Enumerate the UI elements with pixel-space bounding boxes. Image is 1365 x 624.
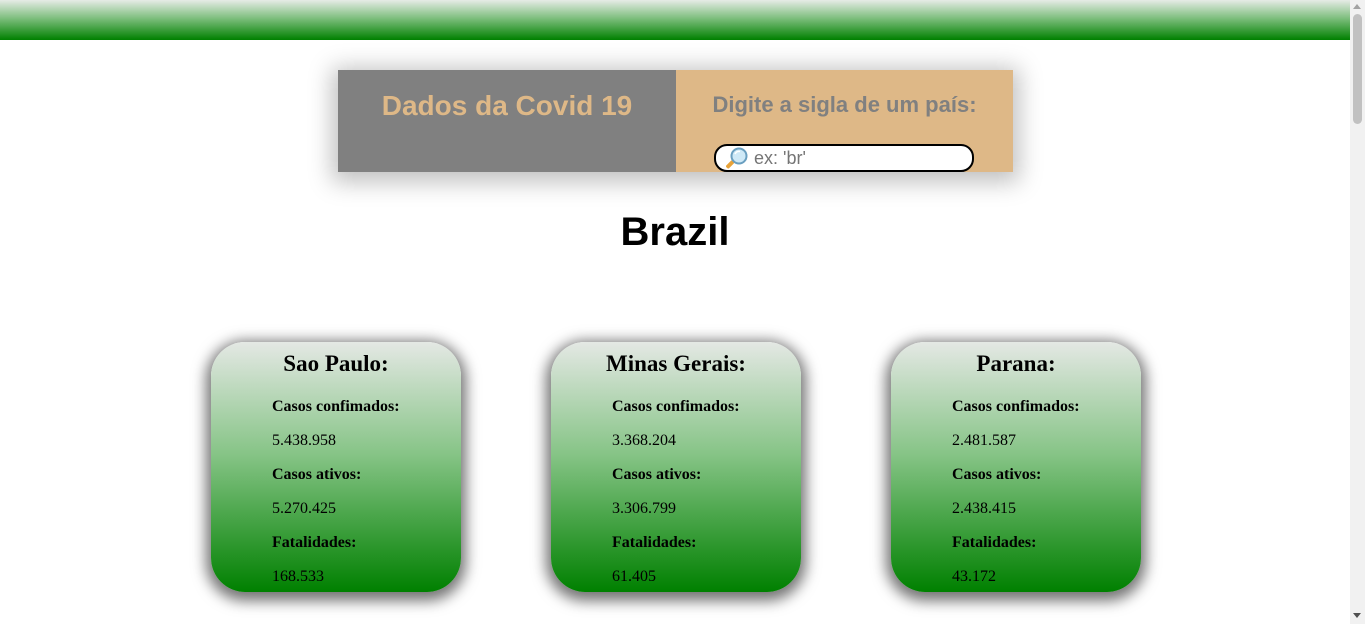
deaths-label: Fatalidades: <box>272 534 357 551</box>
confirmed-value: 2.481.587 <box>952 432 1016 449</box>
state-name: Parana: <box>976 351 1056 376</box>
active-label: Casos ativos: <box>952 466 1042 483</box>
page-title: Dados da Covid 19 <box>381 90 633 121</box>
deaths-label: Fatalidades: <box>952 534 1037 551</box>
confirmed-label: Casos confimados: <box>952 398 1080 415</box>
search-input[interactable] <box>754 148 964 168</box>
search-field[interactable] <box>714 144 974 172</box>
vertical-scrollbar[interactable] <box>1350 0 1365 624</box>
confirmed-value: 5.438.958 <box>272 432 336 449</box>
header-box: Dados da Covid 19 Digite a sigla de um p… <box>338 70 1013 172</box>
scroll-down-arrow-icon[interactable] <box>1353 613 1361 618</box>
top-bar <box>0 0 1350 40</box>
active-value: 2.438.415 <box>952 500 1016 517</box>
active-label: Casos ativos: <box>612 466 702 483</box>
magnifying-glass-icon <box>726 147 748 169</box>
state-card: Sao Paulo: Casos confimados: 5.438.958 C… <box>211 342 461 592</box>
deaths-label: Fatalidades: <box>612 534 697 551</box>
state-name: Sao Paulo: <box>283 351 389 376</box>
country-name: Brazil <box>620 210 730 254</box>
search-prompt: Digite a sigla de um país: <box>712 92 977 117</box>
deaths-value: 43.172 <box>952 568 996 585</box>
deaths-value: 61.405 <box>612 568 656 585</box>
active-value: 5.270.425 <box>272 500 336 517</box>
confirmed-label: Casos confimados: <box>272 398 400 415</box>
confirmed-value: 3.368.204 <box>612 432 676 449</box>
deaths-value: 168.533 <box>272 568 324 585</box>
active-label: Casos ativos: <box>272 466 362 483</box>
state-card: Minas Gerais: Casos confimados: 3.368.20… <box>551 342 801 592</box>
active-value: 3.306.799 <box>612 500 676 517</box>
page: Dados da Covid 19 Digite a sigla de um p… <box>0 0 1350 624</box>
scrollbar-thumb[interactable] <box>1353 14 1362 124</box>
header-title-panel: Dados da Covid 19 <box>338 70 676 172</box>
state-card: Parana: Casos confimados: 2.481.587 Caso… <box>891 342 1141 592</box>
confirmed-label: Casos confimados: <box>612 398 740 415</box>
search-panel: Digite a sigla de um país: <box>676 70 1013 172</box>
scroll-up-arrow-icon[interactable] <box>1353 4 1361 9</box>
state-name: Minas Gerais: <box>606 351 746 376</box>
